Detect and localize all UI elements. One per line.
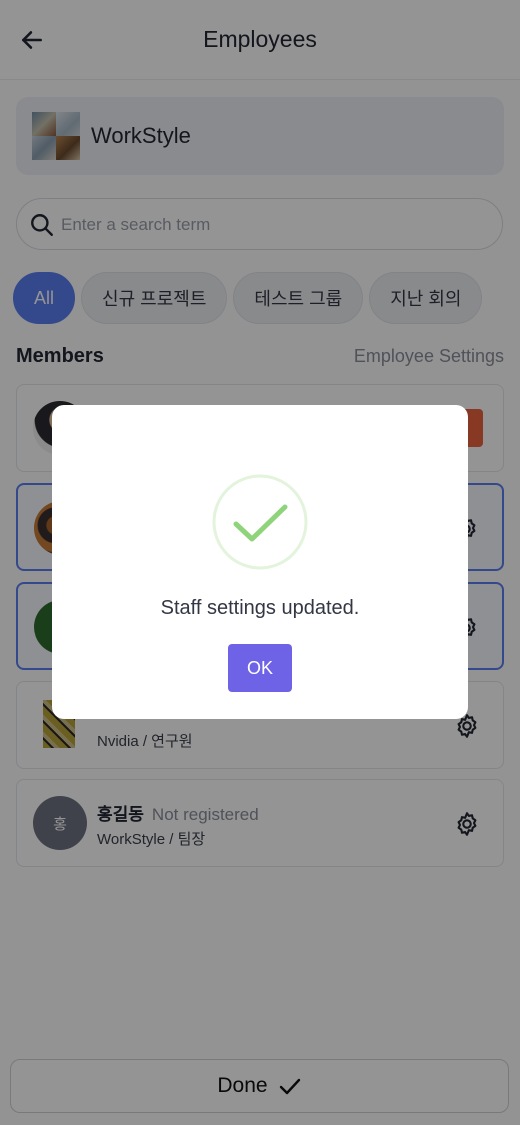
ok-button[interactable]: OK xyxy=(228,644,292,692)
success-dialog: Staff settings updated. OK xyxy=(52,405,468,719)
dialog-message: Staff settings updated. xyxy=(160,597,360,619)
success-check-icon xyxy=(212,474,308,570)
